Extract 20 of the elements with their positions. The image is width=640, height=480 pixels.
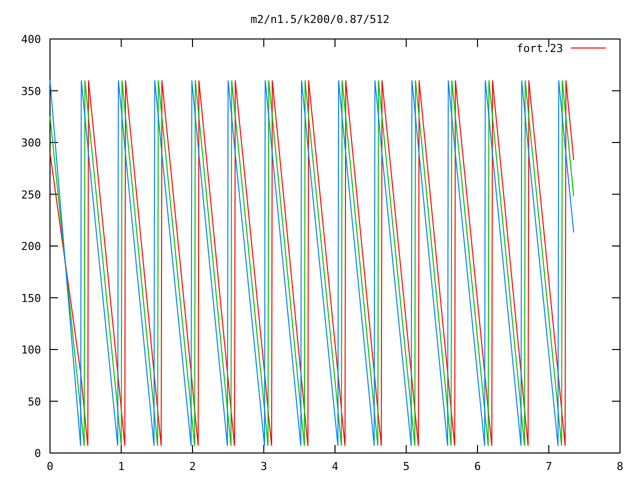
legend-label: fort.23: [516, 42, 563, 55]
axis-tick-label: 8: [616, 460, 624, 473]
axis-tick-label: 350: [21, 84, 41, 98]
axis-tick-label: 0: [34, 447, 41, 460]
axis-tick-label: 0: [46, 460, 54, 473]
axis-tick-label: 7: [545, 460, 552, 473]
axis-tick-label: 3: [260, 460, 268, 473]
axis-tick-label: 150: [21, 292, 41, 305]
axis-tick-label: 100: [21, 344, 41, 356]
axis-tick-label: 1: [118, 460, 125, 473]
axis-tick-label: 300: [21, 136, 41, 150]
axis-tick-label: 250: [21, 188, 41, 202]
chart-title: m2/n1.5/k200/0.87/512: [250, 13, 390, 26]
axis-tick-label: 400: [21, 33, 41, 46]
axis-tick-label: 4: [332, 460, 338, 473]
axis-tick-label: 2: [189, 460, 196, 473]
axis-tick-label: 5: [402, 460, 410, 473]
axis-tick-label: 6: [474, 460, 481, 473]
axis-tick-label: 200: [21, 240, 41, 253]
axis-tick-label: 50: [28, 395, 41, 408]
